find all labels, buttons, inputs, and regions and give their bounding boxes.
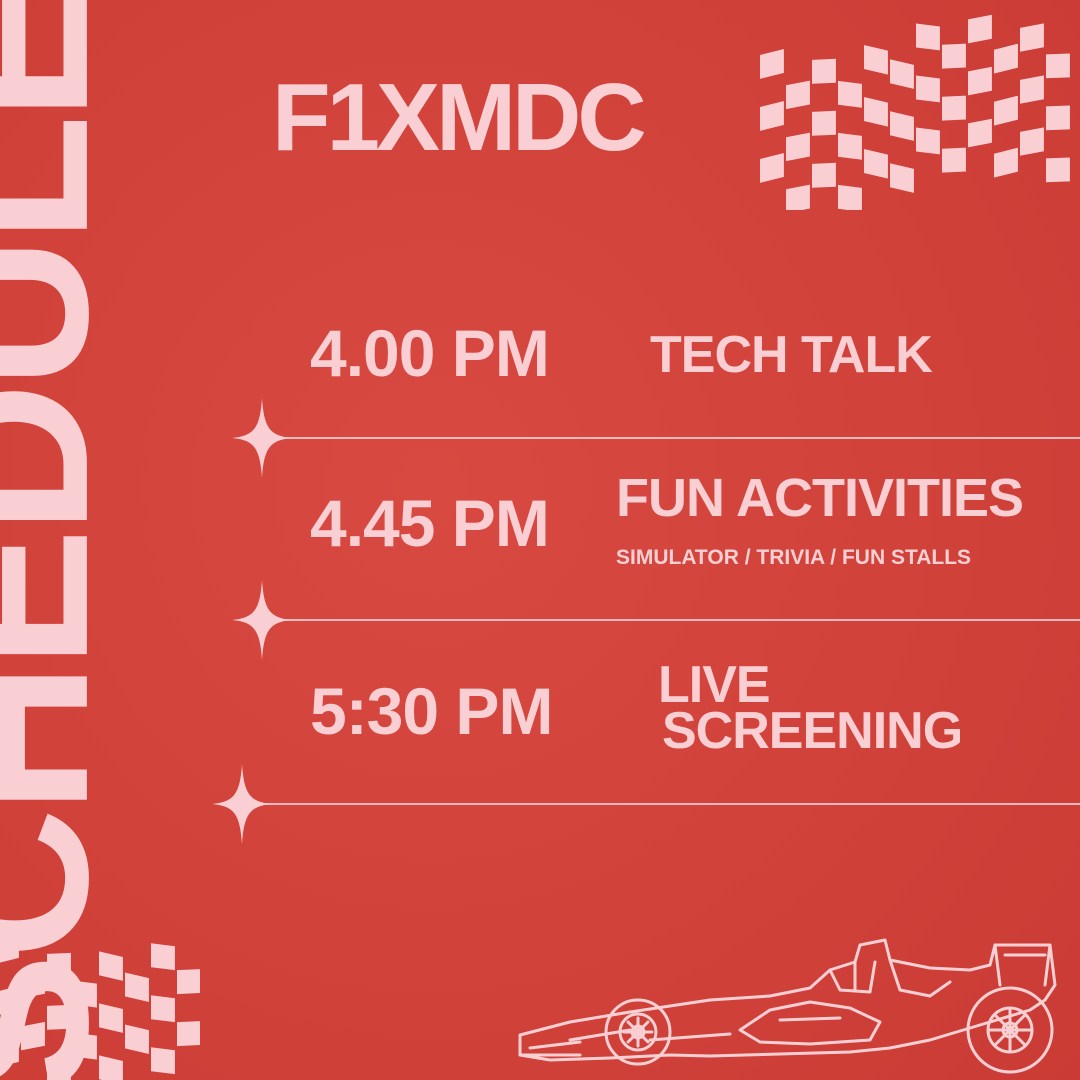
event-subtitle: SIMULATOR / TRIVIA / FUN STALLS [616, 546, 972, 569]
flag-square [73, 1032, 97, 1060]
flag-square [760, 153, 784, 183]
flag-square [916, 75, 940, 103]
checkered-flag-icon [0, 934, 200, 1080]
flag-square [99, 1003, 123, 1033]
race-car-icon [518, 938, 1057, 1074]
event-fun-activities: FUN ACTIVITIES [616, 468, 1024, 528]
flag-square [125, 972, 149, 1003]
flag-square [47, 952, 71, 978]
flag-square [125, 1024, 149, 1055]
sparkle-icon [212, 764, 272, 844]
divider-line [262, 437, 1080, 439]
flag-square [786, 132, 810, 162]
flag-square [786, 80, 810, 110]
time-slot-1: 4.00 PM [310, 316, 550, 390]
flag-square [151, 943, 175, 971]
flag-square [968, 14, 992, 44]
flag-square [994, 43, 1018, 74]
flag-square [47, 1056, 71, 1080]
time-slot-3: 5:30 PM [310, 674, 553, 748]
flag-square [99, 951, 123, 981]
flag-square [760, 101, 784, 131]
event-tech-talk: TECH TALK [650, 326, 933, 384]
flag-square [812, 162, 836, 188]
flag-square [0, 1038, 19, 1067]
flag-square [968, 118, 992, 148]
flag-square [942, 95, 966, 121]
flag-square [21, 969, 45, 999]
flag-square [838, 132, 862, 160]
flag-square [890, 163, 914, 193]
flag-square [1046, 105, 1070, 131]
flag-square [838, 184, 862, 210]
event-live-screening-line2: SCREENING [662, 702, 963, 760]
flag-square [812, 110, 836, 136]
flag-square [1046, 157, 1070, 183]
time-slot-2: 4.45 PM [310, 486, 550, 560]
divider-line [262, 803, 1080, 805]
checkered-flag-icon [760, 14, 1070, 210]
sparkle-icon [232, 398, 292, 478]
flag-square [1046, 53, 1070, 79]
flag-square [177, 1021, 200, 1047]
brand-title: F1XMDC [272, 64, 647, 171]
flag-square [1020, 23, 1044, 52]
flag-square [1020, 127, 1044, 156]
flag-square [994, 95, 1018, 126]
flag-square [812, 58, 836, 84]
flag-square [99, 1055, 123, 1080]
divider-line [262, 619, 1080, 621]
flag-square [890, 59, 914, 89]
flag-square [151, 995, 175, 1023]
flag-square [0, 986, 19, 1015]
flag-square [942, 43, 966, 69]
flag-square [47, 1004, 71, 1030]
flag-square [73, 980, 97, 1008]
flag-square [864, 97, 888, 127]
flag-square [916, 127, 940, 155]
flag-square [864, 149, 888, 179]
flag-square [890, 111, 914, 141]
flag-square [942, 147, 966, 173]
flag-square [838, 80, 862, 108]
flag-square [151, 1047, 175, 1075]
flag-square [786, 184, 810, 210]
flag-square [968, 66, 992, 96]
flag-square [760, 49, 784, 79]
flag-square [864, 45, 888, 75]
flag-square [916, 23, 940, 51]
schedule-title: SCHEDULE [0, 0, 132, 1080]
flag-square [177, 969, 200, 995]
flag-square [1020, 75, 1044, 104]
flag-square [21, 1021, 45, 1051]
flag-square [994, 147, 1018, 178]
flag-square [0, 934, 19, 963]
sparkle-icon [232, 580, 292, 660]
schedule-poster: SCHEDULE F1XMDC 4.00 PM TECH TALK 4.45 P… [0, 0, 1080, 1080]
